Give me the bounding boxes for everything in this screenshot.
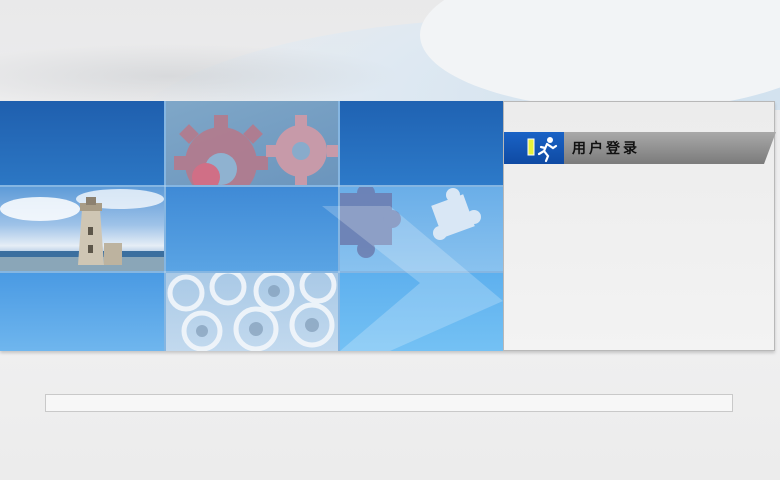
login-side-panel: 用户登录 — [503, 101, 776, 351]
arrow-overlay — [322, 206, 503, 351]
login-header: 用户登录 — [504, 132, 776, 164]
login-icon-box — [504, 132, 564, 164]
image-mosaic — [0, 101, 503, 351]
footer-bar — [45, 394, 733, 412]
login-panel: 用户登录 — [0, 101, 776, 351]
login-title: 用户登录 — [572, 141, 640, 157]
header-banner — [0, 0, 780, 110]
running-person-icon — [527, 137, 558, 163]
login-title-bar: 用户登录 — [564, 132, 776, 164]
faint-logo-watermark — [0, 40, 420, 100]
